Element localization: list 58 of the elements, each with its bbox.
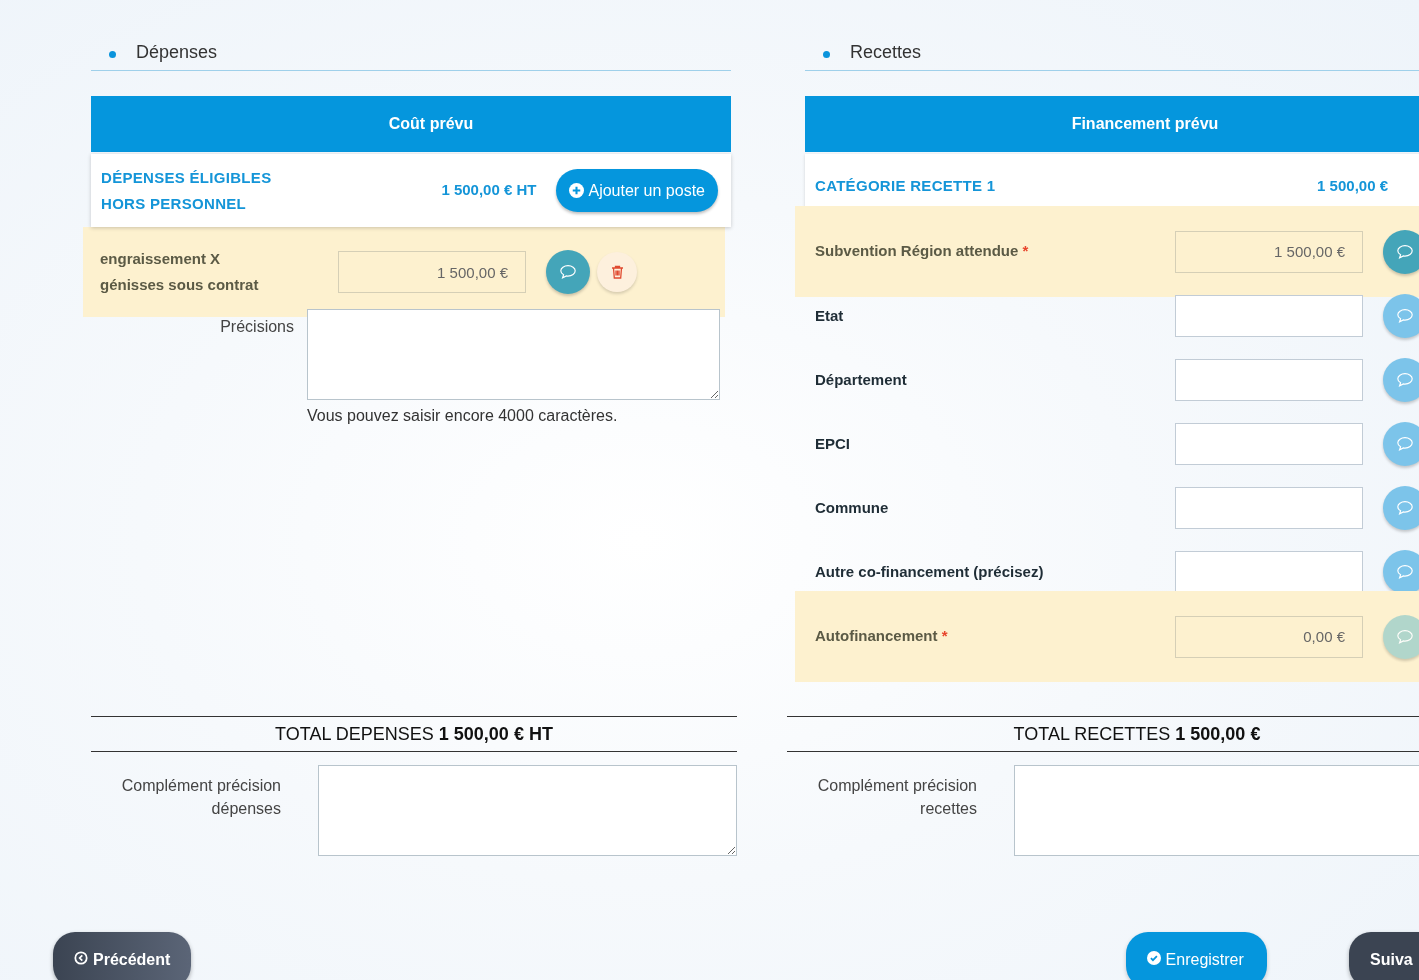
comment-button[interactable] bbox=[1383, 422, 1419, 466]
next-button[interactable]: Suiva bbox=[1349, 932, 1419, 980]
comment-button[interactable] bbox=[1383, 294, 1419, 338]
amount-field[interactable]: 1 500,00 € bbox=[338, 251, 526, 293]
bullet-icon bbox=[823, 51, 830, 58]
check-circle-icon bbox=[1146, 951, 1161, 965]
total-text: TOTAL DEPENSES 1 500,00 € HT bbox=[275, 722, 553, 746]
comment-button[interactable] bbox=[1383, 358, 1419, 402]
delete-button[interactable] bbox=[597, 252, 637, 292]
comment-icon bbox=[1396, 307, 1414, 325]
comment-icon bbox=[1396, 435, 1414, 453]
category-label: CATÉGORIE RECETTE 1 bbox=[815, 176, 996, 197]
amount-field[interactable] bbox=[1175, 295, 1363, 337]
bullet-icon bbox=[109, 51, 116, 58]
field-label: Autre co-financement (précisez) bbox=[815, 561, 1045, 582]
category-amount: 1 500,00 € bbox=[1317, 176, 1388, 197]
back-circle-icon bbox=[74, 951, 88, 965]
section-title: Dépenses bbox=[136, 41, 218, 64]
category-amount: 1 500,00 € HT bbox=[441, 180, 537, 201]
field-label: EPCI bbox=[815, 433, 851, 454]
total-text: TOTAL RECETTES 1 500,00 € bbox=[1013, 722, 1261, 746]
column-header: Coût prévu bbox=[387, 114, 474, 134]
field-label: Autofinancement * bbox=[815, 626, 949, 647]
section-title: Recettes bbox=[850, 41, 922, 64]
field-label: Subvention Région attendue * bbox=[815, 241, 1030, 262]
amount-field[interactable] bbox=[1175, 359, 1363, 401]
text-area[interactable] bbox=[318, 765, 737, 856]
comment-button[interactable] bbox=[1383, 486, 1419, 530]
add-button[interactable]: Ajouter un poste bbox=[556, 169, 718, 212]
comment-icon bbox=[1396, 242, 1414, 261]
comment-icon bbox=[1396, 371, 1414, 389]
comment-icon bbox=[1396, 499, 1414, 517]
amount-field[interactable]: 1 500,00 € bbox=[1175, 230, 1363, 273]
comment-button[interactable] bbox=[546, 250, 590, 294]
comment-icon bbox=[559, 263, 577, 281]
field-label: Commune bbox=[815, 497, 890, 518]
field-label: Complément précision recettes bbox=[816, 776, 977, 819]
category-label: DÉPENSES ÉLIGIBLES HORS PERSONNEL bbox=[101, 167, 273, 214]
comment-button[interactable] bbox=[1383, 550, 1419, 594]
comment-icon bbox=[1396, 563, 1414, 581]
amount-field[interactable] bbox=[1175, 551, 1363, 593]
amount-field[interactable] bbox=[1175, 487, 1363, 529]
field-label: Précisions bbox=[219, 317, 294, 337]
column-header: Financement prévu bbox=[1070, 114, 1219, 134]
field-label: Département bbox=[815, 369, 908, 390]
field-label: Etat bbox=[815, 305, 845, 326]
comment-icon bbox=[1396, 627, 1414, 646]
previous-button[interactable]: Précédent bbox=[53, 932, 191, 980]
save-button[interactable]: Enregistrer bbox=[1125, 932, 1267, 980]
item-label: engraissement X génisses sous contrat bbox=[100, 249, 260, 295]
text-area[interactable] bbox=[1014, 765, 1419, 856]
plus-circle-icon bbox=[569, 183, 585, 198]
comment-button[interactable] bbox=[1383, 229, 1419, 274]
field-label: Complément précision dépenses bbox=[120, 776, 281, 819]
trash-icon bbox=[610, 265, 624, 279]
text-area[interactable] bbox=[307, 309, 720, 400]
char-counter: Vous pouvez saisir encore 4000 caractères. bbox=[307, 406, 619, 426]
amount-field[interactable] bbox=[1175, 423, 1363, 465]
